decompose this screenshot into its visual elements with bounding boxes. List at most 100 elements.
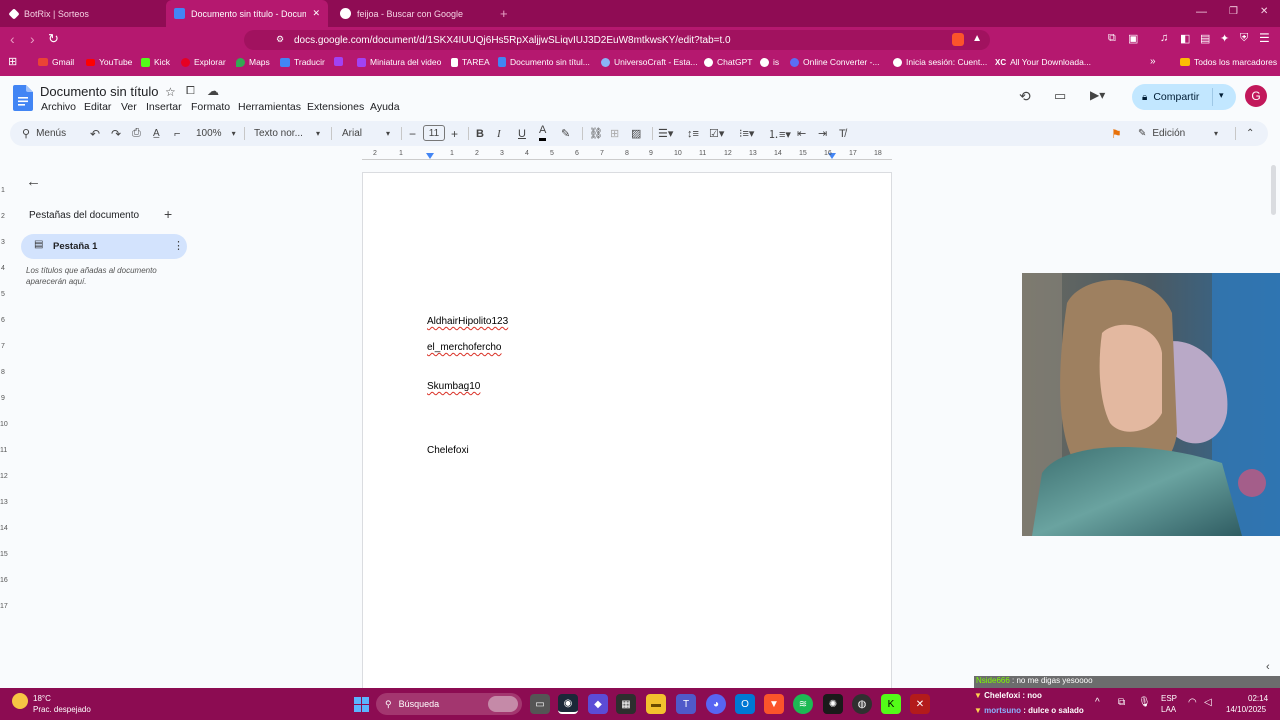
- redo-icon[interactable]: ↷: [111, 121, 121, 146]
- sidebar-toggle-icon[interactable]: ◧: [1180, 32, 1190, 45]
- print-icon[interactable]: ⎙: [132, 121, 141, 146]
- bookmark-chatgpt[interactable]: ChatGPT: [704, 57, 752, 67]
- tab-google[interactable]: feijoa - Buscar con Google: [332, 0, 497, 27]
- add-comment-icon[interactable]: ⊞: [610, 121, 619, 146]
- bookmark-inicia-sesion[interactable]: Inicia sesión: Cuent...: [893, 57, 987, 67]
- discord-icon[interactable]: ◕: [706, 694, 726, 714]
- comments-icon[interactable]: ▭: [1054, 88, 1066, 104]
- spotify-icon[interactable]: ≋: [793, 694, 813, 714]
- browser-menu-icon[interactable]: ☰: [1259, 31, 1270, 45]
- menu-archivo[interactable]: Archivo: [41, 101, 76, 113]
- link-icon[interactable]: ⛓: [589, 121, 603, 146]
- line-spacing-icon[interactable]: ↕≡: [687, 121, 699, 146]
- menu-herramientas[interactable]: Herramientas: [238, 101, 301, 113]
- leo-ai-icon[interactable]: ✦: [1220, 32, 1229, 45]
- star-icon[interactable]: ☆: [165, 85, 176, 99]
- explore-icon[interactable]: ‹: [1266, 661, 1270, 673]
- docs-logo-icon[interactable]: [13, 85, 33, 111]
- bookmark-folder-all[interactable]: Todos los marcadores: [1180, 57, 1277, 67]
- vpn-icon[interactable]: ⛨: [1240, 32, 1248, 45]
- version-history-icon[interactable]: ⟲: [1019, 88, 1031, 105]
- insert-image-icon[interactable]: ▨: [631, 121, 641, 146]
- bookmark-explorar[interactable]: Explorar: [181, 57, 226, 67]
- back-arrow-icon[interactable]: ←: [26, 173, 41, 190]
- checklist-icon[interactable]: ☑▾: [709, 121, 724, 146]
- start-button[interactable]: [351, 694, 371, 714]
- underline-icon[interactable]: U: [518, 121, 526, 146]
- menu-ver[interactable]: Ver: [121, 101, 137, 113]
- spellcheck-icon[interactable]: A̲: [153, 121, 160, 146]
- sidebar-item-pestana-1[interactable]: ▤ Pestaña 1 ⋮: [21, 234, 187, 259]
- minimize-icon[interactable]: —: [1196, 6, 1207, 18]
- bookmark-converter[interactable]: Online Converter -...: [790, 57, 880, 67]
- scrollbar[interactable]: [1271, 165, 1276, 215]
- meet-icon[interactable]: ▶▾: [1090, 88, 1105, 102]
- document-page[interactable]: AldhairHipolito123 el_merchoferchо Skumb…: [362, 172, 892, 692]
- editing-mode-icon[interactable]: ⚑: [1111, 121, 1122, 146]
- highlight-icon[interactable]: ✎: [561, 121, 570, 146]
- maximize-icon[interactable]: ❐: [1229, 6, 1238, 17]
- bookmark-youtube[interactable]: YouTube: [86, 57, 132, 67]
- brave-shield-icon[interactable]: [952, 33, 964, 46]
- reload-icon[interactable]: ↻: [48, 31, 59, 47]
- decrease-indent-icon[interactable]: ⇤: [797, 121, 806, 146]
- numbered-list-icon[interactable]: ⒈≡▾: [768, 121, 791, 146]
- bulleted-list-icon[interactable]: ⁝≡▾: [739, 121, 754, 146]
- decrease-font-size-icon[interactable]: −: [409, 121, 416, 146]
- clear-formatting-icon[interactable]: T̸: [839, 121, 846, 146]
- weather-icon[interactable]: [12, 693, 28, 709]
- font-size-input[interactable]: 11: [423, 125, 445, 141]
- copilot-icon[interactable]: ◆: [588, 694, 608, 714]
- apps-grid-icon[interactable]: ⊞: [8, 55, 17, 68]
- bookmark-downloads[interactable]: XC All Your Downloada...: [995, 57, 1091, 67]
- increase-font-size-icon[interactable]: +: [451, 121, 458, 146]
- paint-format-icon[interactable]: ⌐: [174, 121, 180, 146]
- bookmark-maps[interactable]: Maps: [236, 57, 270, 67]
- paragraph-style-select[interactable]: Texto nor... ▾: [254, 121, 324, 146]
- menu-editar[interactable]: Editar: [84, 101, 111, 113]
- outlook-icon[interactable]: O: [735, 694, 755, 714]
- left-indent-marker[interactable]: [426, 153, 434, 159]
- doc-line[interactable]: Skumbag10: [427, 381, 480, 392]
- bookmark-kick[interactable]: Kick: [141, 57, 170, 67]
- bookmark-gmail[interactable]: Gmail: [38, 57, 74, 67]
- close-tab-icon[interactable]: ✕: [312, 8, 320, 19]
- zoom-select[interactable]: 100% ▾: [196, 121, 236, 146]
- forward-icon[interactable]: ›: [30, 31, 35, 47]
- app-icon[interactable]: ✕: [910, 694, 930, 714]
- steam-icon[interactable]: ◉: [558, 694, 578, 714]
- text-color-icon[interactable]: A: [539, 121, 547, 141]
- align-icon[interactable]: ☰▾: [658, 121, 673, 146]
- doc-line[interactable]: el_merchoferchо: [427, 342, 501, 353]
- italic-icon[interactable]: I: [497, 121, 501, 146]
- search-menus[interactable]: ⚲ Menús: [22, 121, 66, 146]
- new-tab-icon[interactable]: +: [500, 6, 508, 21]
- menu-extensiones[interactable]: Extensiones: [307, 101, 364, 113]
- davinci-icon[interactable]: ✺: [823, 694, 843, 714]
- brave-icon[interactable]: ▼: [764, 694, 784, 714]
- document-title[interactable]: Documento sin título: [40, 84, 159, 99]
- doc-line[interactable]: AldhairHipolito123: [427, 316, 508, 327]
- share-dropdown-icon[interactable]: ▾: [1219, 90, 1224, 101]
- menu-formato[interactable]: Formato: [191, 101, 230, 113]
- music-icon[interactable]: ♫: [1160, 32, 1168, 44]
- task-view-icon[interactable]: ▭: [530, 694, 550, 714]
- avatar[interactable]: G: [1245, 85, 1267, 107]
- kick-app-icon[interactable]: K: [881, 694, 901, 714]
- undo-icon[interactable]: ↶: [90, 121, 100, 146]
- add-tab-icon[interactable]: +: [164, 206, 172, 222]
- site-info-icon[interactable]: ⚙: [276, 34, 284, 45]
- minecraft-icon[interactable]: ▦: [616, 694, 636, 714]
- extension-icon[interactable]: ▣: [1128, 32, 1138, 45]
- bookmark-documento[interactable]: Documento sin títul...: [498, 57, 590, 67]
- collapse-toolbar-icon[interactable]: ⌃: [1246, 121, 1254, 146]
- bookmark-is[interactable]: is: [760, 57, 779, 67]
- bold-icon[interactable]: B: [476, 121, 484, 146]
- obs-icon[interactable]: ◍: [852, 694, 872, 714]
- tab-docs[interactable]: Documento sin título - Docume ✕: [166, 0, 328, 27]
- share-button[interactable]: 🔒︎ Compartir ▾: [1132, 84, 1236, 110]
- tab-botrix[interactable]: BotRix | Sorteos: [2, 0, 162, 27]
- move-folder-icon[interactable]: ⧠: [186, 85, 195, 98]
- more-bookmarks-icon[interactable]: »: [1150, 56, 1156, 67]
- more-options-icon[interactable]: ⋮: [173, 239, 184, 252]
